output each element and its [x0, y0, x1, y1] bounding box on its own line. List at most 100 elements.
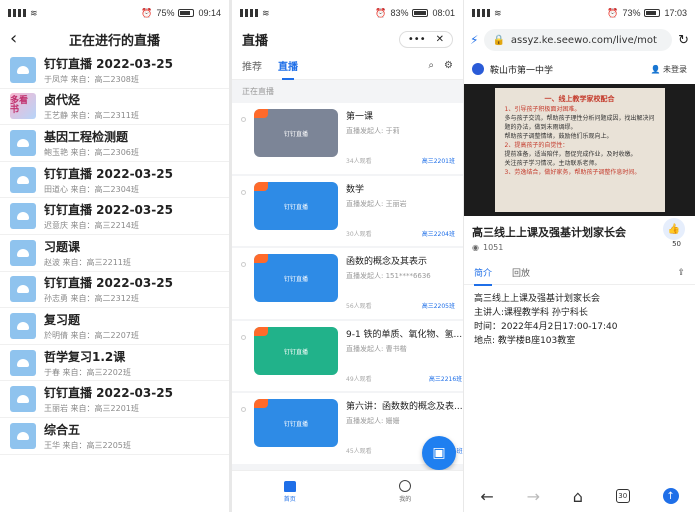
item-title: 钉钉直播 2022-03-25 [44, 203, 173, 218]
item-subtitle: 于凤萍 来自：高二2308班 [44, 74, 139, 84]
status-bar: ≋ ⏰ 83% 08:01 [232, 0, 463, 26]
tab-count: 30 [618, 492, 628, 500]
timeline-dot [241, 407, 246, 412]
login-text: 未登录 [663, 64, 687, 74]
item-text: 基因工程检测题 鲍玉艳 来自：高二2306班 [44, 128, 139, 158]
list-item[interactable]: 哲学复习1.2课 于春 来自：高三2202班 [0, 345, 229, 382]
item-title: 钉钉直播 2022-03-25 [44, 276, 173, 291]
refresh-icon[interactable]: ↻ [678, 33, 689, 48]
share-icon[interactable]: ⇪ [677, 268, 685, 278]
bottom-nav: 首页 我的 [232, 470, 463, 512]
close-icon[interactable]: ✕ [436, 34, 444, 45]
settings-icon[interactable]: ⚙ [444, 60, 453, 71]
page-title: 直播 [242, 33, 269, 49]
list-item[interactable]: 多看 书卤代烃 王艺静 来自：高二2311班 [0, 89, 229, 126]
live-card[interactable]: 钉钉直播 9-1 铁的单质、氧化物、氢... 直播发起人: 曹书楷 49人观看 高三22… [232, 320, 463, 391]
eye-icon: ◉ [472, 243, 479, 252]
card-host: 直播发起人: 于莉 [346, 127, 400, 135]
video-player[interactable]: 一、线上教学家校配合 1、引导孩子积极面对困难。 多与孩子交流，帮助孩子理性分析问… [464, 84, 695, 216]
tab-intro[interactable]: 简介 [474, 266, 493, 286]
item-subtitle: 於明倩 来自：高二2207班 [44, 330, 139, 340]
site-header: 鞍山市第一中学 👤 未登录 [464, 54, 695, 84]
item-text: 习题课 赵波 来自：高三2211班 [44, 238, 131, 268]
nav-me[interactable]: 我的 [399, 480, 411, 503]
item-subtitle: 赵波 来自：高三2211班 [44, 257, 131, 267]
scroll-up-icon[interactable]: ↑ [662, 488, 679, 504]
live-badge [254, 254, 268, 263]
item-text: 钉钉直播 2022-03-25 于凤萍 来自：高二2308班 [44, 55, 173, 85]
lightning-icon[interactable]: ⚡ [470, 33, 478, 47]
slide-content: 一、线上教学家校配合 1、引导孩子积极面对困难。 多与孩子交流，帮助孩子理性分析问… [494, 88, 665, 212]
list-item[interactable]: 基因工程检测题 鲍玉艳 来自：高二2306班 [0, 125, 229, 162]
item-text: 综合五 王华 来自：高三2205班 [44, 421, 131, 451]
list-item[interactable]: 钉钉直播 2022-03-25 孙志勇 来自：高二2312班 [0, 272, 229, 309]
live-card[interactable]: 钉钉直播 第一课 直播发起人: 于莉 34人观看 高三2201班 [232, 103, 463, 174]
home-icon[interactable]: ⌂ [573, 487, 583, 506]
card-views: 49人观看 [346, 375, 372, 383]
signal-icon [240, 9, 258, 17]
thumbnail-label: 钉钉直播 [283, 203, 308, 211]
cloud-icon [10, 56, 36, 83]
live-card[interactable]: 钉钉直播 数学 直播发起人: 王丽岩 30人观看 高三2204班 [232, 175, 463, 246]
list-item[interactable]: 钉钉直播 2022-03-25 田道心 来自：高二2304班 [0, 162, 229, 199]
tab-replay[interactable]: 回放 [512, 266, 530, 279]
signal-icon [8, 9, 26, 17]
forward-icon[interactable]: → [527, 487, 540, 506]
live-badge [254, 326, 268, 336]
list-item[interactable]: 钉钉直播 2022-03-25 迟意庆 来自：高三2214班 [0, 198, 229, 235]
like-button[interactable]: 👍 [663, 218, 685, 240]
card-title: 第一课 [346, 112, 374, 122]
wifi-icon: ≋ [262, 7, 270, 18]
list-item[interactable]: 钉钉直播 2022-03-25 于凤萍 来自：高二2308班 [0, 52, 229, 89]
item-subtitle: 鲍玉艳 来自：高二2306班 [44, 147, 139, 157]
login-link[interactable]: 👤 未登录 [650, 64, 687, 75]
more-icon[interactable]: ••• [408, 34, 426, 45]
slide-line: 帮助孩子调整情绪，鼓励他们乐观向上。 [504, 132, 613, 140]
timeline-dot [241, 262, 246, 267]
tab-live[interactable]: 直播 [278, 58, 298, 80]
card-views: 34人观看 [346, 158, 372, 165]
nav-home[interactable]: 首页 [283, 480, 296, 503]
cloud-icon [10, 203, 36, 230]
card-title: 第六讲：函数数的概念及表... [346, 402, 463, 412]
item-text: 哲学复习1.2课 于春 来自：高三2202班 [44, 348, 131, 378]
status-bar: ≋ ⏰ 73% 17:03 [464, 0, 695, 26]
clock: 08:01 [432, 8, 455, 18]
list-item[interactable]: 习题课 赵波 来自：高三2211班 [0, 235, 229, 272]
view-number: 1051 [482, 243, 504, 252]
thumbnail-label: 钉钉直播 [283, 131, 308, 138]
top-area: ≋ ⏰ 83% 08:01 直播 ••• ✕ 推荐 直播 ⌕ ⚙ [232, 0, 463, 80]
item-text: 钉钉直播 2022-03-25 王丽岩 来自：高三2201班 [44, 384, 173, 414]
site-name: 鞍山市第一中学 [490, 65, 554, 76]
address-bar[interactable]: 🔒 assyz.ke.seewo.com/live/mot [484, 29, 673, 51]
item-text: 钉钉直播 2022-03-25 孙志勇 来自：高二2312班 [44, 274, 173, 304]
list-item[interactable]: 钉钉直播 2022-03-25 王丽岩 来自：高三2201班 [0, 381, 229, 418]
search-icon[interactable]: ⌕ [428, 60, 434, 71]
slide-line: 2、提高孩子的自觉性： [504, 141, 569, 149]
tab-recommend[interactable]: 推荐 [242, 58, 262, 73]
item-subtitle: 王华 来自：高三2205班 [44, 440, 131, 450]
item-text: 钉钉直播 2022-03-25 迟意庆 来自：高三2214班 [44, 201, 173, 231]
live-icon: ▣ [432, 445, 446, 461]
card-views: 56人观看 [346, 303, 372, 310]
list-item[interactable]: 综合五 王华 来自：高三2205班 [0, 418, 229, 455]
url-text: assyz.ke.seewo.com/live/mot [510, 34, 657, 46]
alarm-icon: ⏰ [141, 7, 153, 18]
nav-home-label: 首页 [283, 495, 296, 503]
battery-icon [644, 9, 661, 17]
item-subtitle: 于春 来自：高三2202班 [44, 367, 131, 377]
list-item[interactable]: 复习题 於明倩 来自：高二2207班 [0, 308, 229, 345]
tabs-button[interactable]: 30 [615, 489, 630, 503]
back-icon[interactable]: ← [480, 487, 493, 506]
live-card[interactable]: 钉钉直播 函数的概念及其表示 直播发起人: 151****6636 56人观看 高三22… [232, 248, 463, 319]
live-thumbnail: 钉钉直播 [254, 109, 338, 157]
detail-tabs: 简介 回放 ⇪ [464, 261, 695, 286]
back-arrow-icon[interactable]: ‹ [10, 30, 17, 48]
start-live-button[interactable]: ▣ [422, 436, 456, 470]
tab-bar: 推荐 直播 ⌕ ⚙ [232, 52, 463, 80]
card-host: 直播发起人: 王丽岩 [346, 199, 407, 208]
lock-icon: 🔒 [492, 34, 505, 46]
live-badge [254, 109, 268, 118]
card-info: 第一课 直播发起人: 于莉 34人观看 高三2201班 [346, 109, 455, 169]
live-list: 钉钉直播 2022-03-25 于凤萍 来自：高二2308班 多看 书卤代烃 王艺静 … [0, 52, 229, 455]
